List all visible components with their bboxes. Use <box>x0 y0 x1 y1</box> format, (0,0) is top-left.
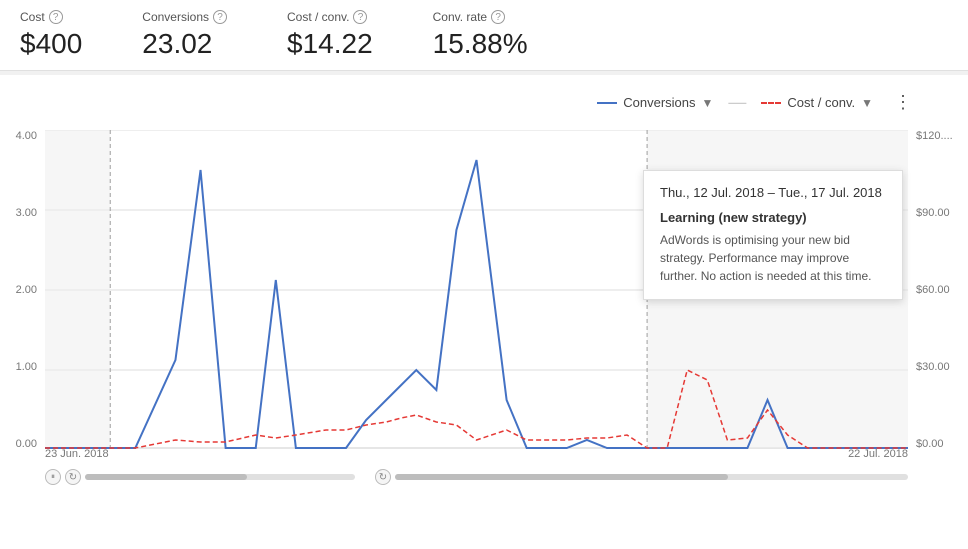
metric-conv-rate: Conv. rate ? 15.88% <box>433 10 528 60</box>
conv-rate-help-icon[interactable]: ? <box>491 10 505 24</box>
pause-button[interactable]: ⏸ <box>45 469 61 485</box>
cost-per-conv-help-icon[interactable]: ? <box>353 10 367 24</box>
legend-red-line <box>761 102 781 104</box>
metric-conversions-label: Conversions ? <box>142 10 227 24</box>
metric-conversions: Conversions ? 23.02 <box>142 10 227 60</box>
cost-help-icon[interactable]: ? <box>49 10 63 24</box>
chart-container: Conversions ▼ — Cost / conv. ▼ ⋮ 4.00 3.… <box>0 75 968 535</box>
scrollbar-left: ⏸ ↻ <box>45 469 355 485</box>
legend-conversions-label: Conversions <box>623 95 695 110</box>
conversions-help-icon[interactable]: ? <box>213 10 227 24</box>
tooltip: Thu., 12 Jul. 2018 – Tue., 17 Jul. 2018 … <box>643 170 903 300</box>
metric-conv-rate-label: Conv. rate ? <box>433 10 528 24</box>
legend-conversions[interactable]: Conversions ▼ <box>597 95 713 110</box>
x-label-start: 23 Jun. 2018 <box>45 448 109 460</box>
metric-conversions-value: 23.02 <box>142 28 227 60</box>
metric-cost-per-conv: Cost / conv. ? $14.22 <box>287 10 373 60</box>
scroll-track-right[interactable] <box>395 474 908 480</box>
metric-cost: Cost ? $400 <box>20 10 82 60</box>
metric-cost-label: Cost ? <box>20 10 82 24</box>
legend-separator: — <box>728 92 746 113</box>
legend-cost-conv-dropdown[interactable]: ▼ <box>861 96 873 110</box>
x-label-end: 22 Jul. 2018 <box>848 448 908 460</box>
y-axis-right: $120.... $90.00 $60.00 $30.00 $0.00 <box>908 130 968 450</box>
metric-conv-rate-value: 15.88% <box>433 28 528 60</box>
legend-cost-conv-label: Cost / conv. <box>787 95 855 110</box>
scroll-thumb-right <box>395 474 728 480</box>
tooltip-date: Thu., 12 Jul. 2018 – Tue., 17 Jul. 2018 <box>660 185 886 200</box>
legend-row: Conversions ▼ — Cost / conv. ▼ ⋮ <box>0 85 968 120</box>
metric-cost-per-conv-value: $14.22 <box>287 28 373 60</box>
refresh-button-right[interactable]: ↻ <box>375 469 391 485</box>
x-axis-labels: 23 Jun. 2018 22 Jul. 2018 <box>45 448 908 460</box>
scroll-track-left[interactable] <box>85 474 355 480</box>
scrollbar-right: ↻ <box>375 469 908 485</box>
more-options-button[interactable]: ⋮ <box>888 90 918 115</box>
metric-cost-per-conv-label: Cost / conv. ? <box>287 10 373 24</box>
refresh-button-left[interactable]: ↻ <box>65 469 81 485</box>
legend-blue-line <box>597 102 617 104</box>
y-axis-left: 4.00 3.00 2.00 1.00 0.00 <box>0 130 45 450</box>
tooltip-description: AdWords is optimising your new bid strat… <box>660 231 886 285</box>
metric-cost-value: $400 <box>20 28 82 60</box>
scroll-thumb-left <box>85 474 247 480</box>
metrics-row: Cost ? $400 Conversions ? 23.02 Cost / c… <box>0 0 968 71</box>
legend-conversions-dropdown[interactable]: ▼ <box>702 96 714 110</box>
legend-cost-conv[interactable]: Cost / conv. ▼ <box>761 95 873 110</box>
tooltip-title: Learning (new strategy) <box>660 210 886 225</box>
